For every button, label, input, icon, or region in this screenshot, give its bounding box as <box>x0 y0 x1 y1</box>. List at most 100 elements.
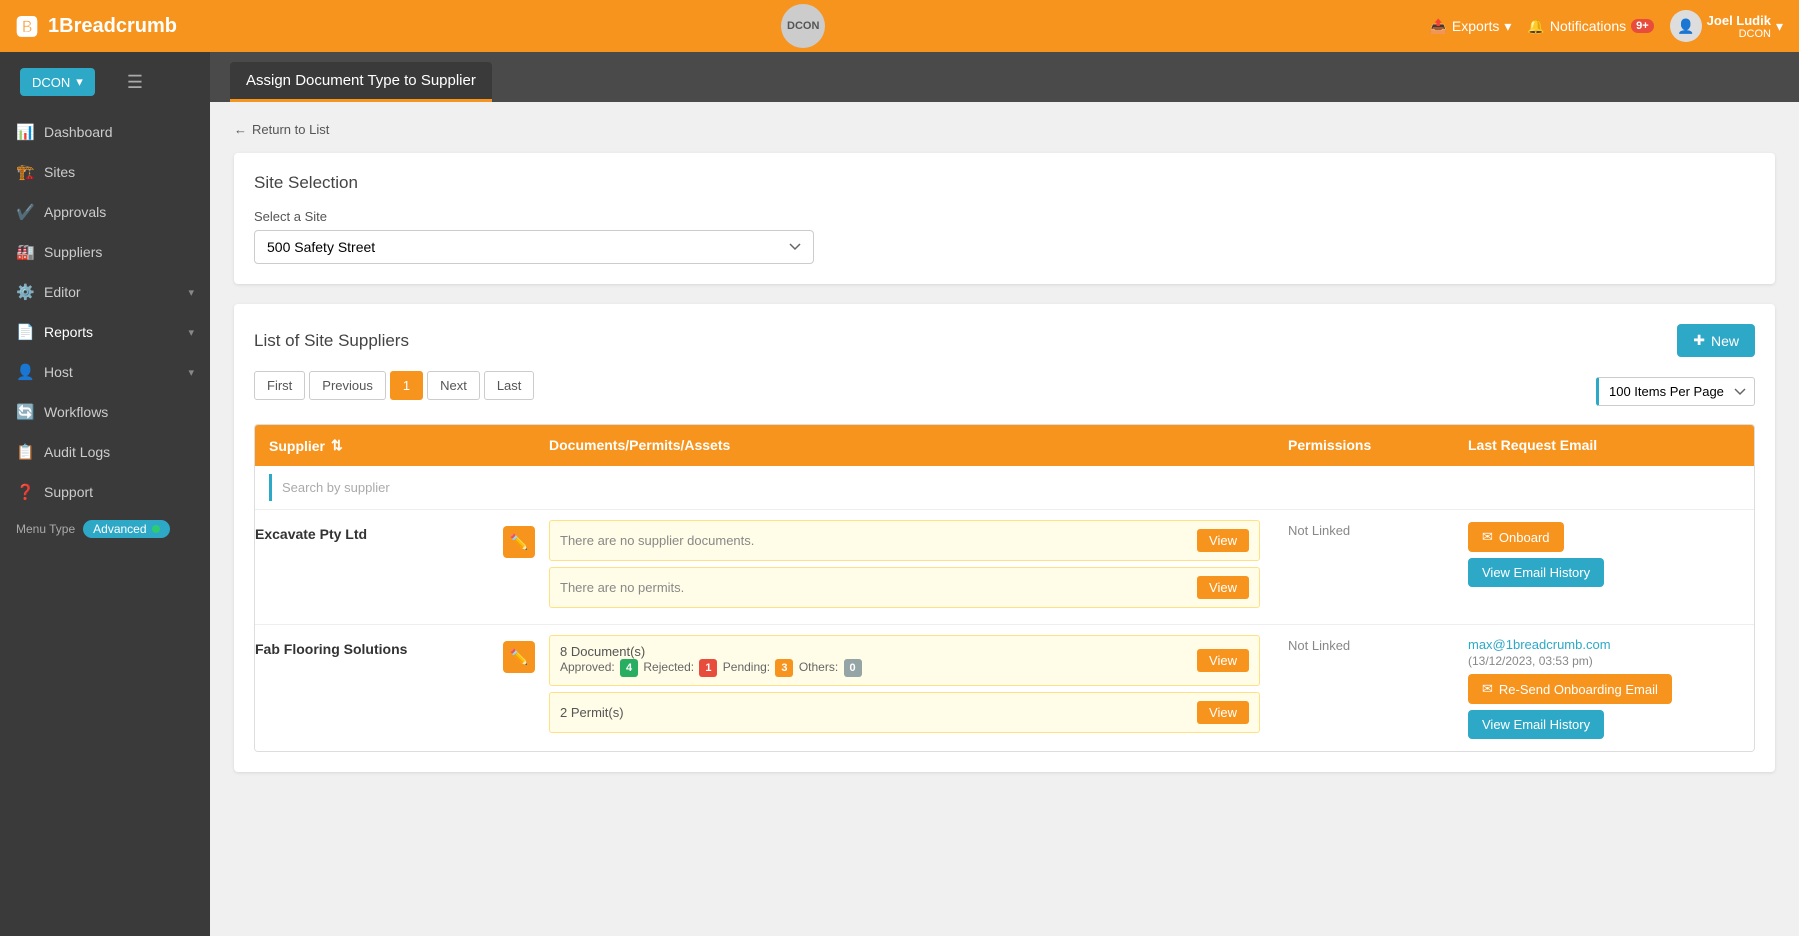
th-permissions: Permissions <box>1274 425 1454 466</box>
sidebar-item-host[interactable]: 👤 Host ▾ <box>0 352 210 392</box>
resend-button-2[interactable]: ✉ Re-Send Onboarding Email <box>1468 674 1672 704</box>
site-selection-card: Site Selection Select a Site 500 Safety … <box>234 153 1775 284</box>
sidebar-item-dashboard[interactable]: 📊 Dashboard <box>0 112 210 152</box>
user-menu[interactable]: 👤 Joel Ludik DCON ▾ <box>1670 10 1783 42</box>
supplier-name-2: Fab Flooring Solutions <box>255 641 407 657</box>
page-1-button[interactable]: 1 <box>390 371 423 400</box>
top-nav: 🅱 1Breadcrumb DCON 📤 Exports ▾ 🔔 Notific… <box>0 0 1799 52</box>
pagination: First Previous 1 Next Last <box>254 371 534 400</box>
sidebar-item-reports[interactable]: 📄 Reports ▾ <box>0 312 210 352</box>
view-docs-button-1[interactable]: View <box>1197 529 1249 552</box>
audit-logs-icon: 📋 <box>16 443 34 461</box>
others-badge: 0 <box>844 659 862 677</box>
host-arrow-icon: ▾ <box>188 366 194 379</box>
exports-button[interactable]: 📤 Exports ▾ <box>1429 18 1511 35</box>
edit-button-2[interactable]: ✏️ <box>503 641 535 673</box>
permissions-status-1: Not Linked <box>1288 523 1350 538</box>
view-email-history-button-1[interactable]: View Email History <box>1468 558 1604 587</box>
email-icon-2: ✉ <box>1482 681 1493 697</box>
th-documents: Documents/Permits/Assets <box>535 425 1274 466</box>
support-icon: ❓ <box>16 483 34 501</box>
user-name: Joel Ludik <box>1707 13 1771 28</box>
view-docs-button-2[interactable]: View <box>1197 649 1249 672</box>
doc-item-1: There are no supplier documents. View <box>549 520 1260 561</box>
sidebar-item-support[interactable]: ❓ Support <box>0 472 210 512</box>
page-content: ← Return to List Site Selection Select a… <box>210 102 1799 936</box>
th-supplier: Supplier ⇅ <box>255 425 535 466</box>
return-link[interactable]: ← Return to List <box>234 122 1775 137</box>
sidebar-item-editor[interactable]: ⚙️ Editor ▾ <box>0 272 210 312</box>
email-icon-1: ✉ <box>1482 529 1493 545</box>
next-page-button[interactable]: Next <box>427 371 480 400</box>
previous-page-button[interactable]: Previous <box>309 371 386 400</box>
sort-icon[interactable]: ⇅ <box>331 437 343 454</box>
user-chevron: ▾ <box>1776 18 1783 35</box>
notifications-button[interactable]: 🔔 Notifications 9+ <box>1527 18 1653 35</box>
site-selection-title: Site Selection <box>254 173 1755 193</box>
perms-cell-2: Not Linked <box>1274 625 1454 751</box>
approvals-icon: ✔️ <box>16 203 34 221</box>
supplier-list-card: List of Site Suppliers ✚ New First Previ… <box>234 304 1775 772</box>
perms-cell-1: Not Linked <box>1274 510 1454 624</box>
sub-nav: Assign Document Type to Supplier <box>210 52 1799 102</box>
logo-icon: 🅱 <box>16 10 38 42</box>
select-site-label: Select a Site <box>254 209 1755 224</box>
supplier-cell-2: Fab Flooring Solutions ✏️ <box>255 625 535 751</box>
approved-badge: 4 <box>620 659 638 677</box>
pending-badge: 3 <box>775 659 793 677</box>
view-permits-button-1[interactable]: View <box>1197 576 1249 599</box>
search-input[interactable] <box>269 474 549 501</box>
sidebar-item-workflows[interactable]: 🔄 Workflows <box>0 392 210 432</box>
user-info: Joel Ludik DCON <box>1707 13 1771 40</box>
sidebar-item-sites[interactable]: 🏗️ Sites <box>0 152 210 192</box>
org-button[interactable]: DCON ▾ <box>20 68 95 96</box>
exports-chevron: ▾ <box>1504 18 1511 35</box>
tab-assign-document[interactable]: Assign Document Type to Supplier <box>230 62 492 102</box>
dashboard-icon: 📊 <box>16 123 34 141</box>
view-email-history-button-2[interactable]: View Email History <box>1468 710 1604 739</box>
items-per-page-select[interactable]: 100 Items Per Page <box>1596 377 1755 406</box>
menu-type-badge: Advanced <box>83 520 169 538</box>
host-icon: 👤 <box>16 363 34 381</box>
permit-item-2: 2 Permit(s) View <box>549 692 1260 733</box>
content-area: Assign Document Type to Supplier ← Retur… <box>210 52 1799 936</box>
reports-arrow-icon: ▾ <box>188 326 194 339</box>
reports-icon: 📄 <box>16 323 34 341</box>
last-page-button[interactable]: Last <box>484 371 535 400</box>
editor-arrow-icon: ▾ <box>188 286 194 299</box>
items-per-page-wrap: 100 Items Per Page <box>1596 377 1755 406</box>
rejected-badge: 1 <box>699 659 717 677</box>
sidebar-item-suppliers[interactable]: 🏭 Suppliers <box>0 232 210 272</box>
sidebar-item-approvals[interactable]: ✔️ Approvals <box>0 192 210 232</box>
top-nav-right: 📤 Exports ▾ 🔔 Notifications 9+ 👤 Joel Lu… <box>1429 10 1783 42</box>
email-cell-2: max@1breadcrumb.com (13/12/2023, 03:53 p… <box>1454 625 1754 751</box>
sidebar-item-audit-logs[interactable]: 📋 Audit Logs <box>0 432 210 472</box>
edit-button-1[interactable]: ✏️ <box>503 526 535 558</box>
hamburger-icon[interactable]: ☰ <box>115 64 155 101</box>
user-org: DCON <box>1707 28 1771 40</box>
table-header: Supplier ⇅ Documents/Permits/Assets Perm… <box>255 425 1754 466</box>
plus-icon: ✚ <box>1693 332 1705 349</box>
editor-icon: ⚙️ <box>16 283 34 301</box>
onboard-button-1[interactable]: ✉ Onboard <box>1468 522 1564 552</box>
email-cell-1: ✉ Onboard View Email History <box>1454 510 1754 624</box>
main-wrapper: DCON ▾ ☰ 📊 Dashboard 🏗️ Sites ✔️ Approva… <box>0 52 1799 936</box>
search-row <box>255 466 1754 510</box>
table-row: Fab Flooring Solutions ✏️ 8 Document(s) … <box>255 625 1754 751</box>
view-permits-button-2[interactable]: View <box>1197 701 1249 724</box>
menu-type-row: Menu Type Advanced <box>0 512 210 546</box>
top-nav-center: DCON <box>781 4 825 48</box>
site-select[interactable]: 500 Safety Street <box>254 230 814 264</box>
email-link-2[interactable]: max@1breadcrumb.com <box>1468 637 1740 652</box>
arrow-left-icon: ← <box>234 122 247 137</box>
first-page-button[interactable]: First <box>254 371 305 400</box>
list-title: List of Site Suppliers <box>254 331 409 351</box>
org-dropdown-icon: ▾ <box>76 74 83 90</box>
docs-cell-2: 8 Document(s) Approved: 4 Rejected: 1 Pe… <box>535 625 1274 751</box>
supplier-table: Supplier ⇅ Documents/Permits/Assets Perm… <box>254 424 1755 752</box>
org-logo: DCON <box>781 4 825 48</box>
workflows-icon: 🔄 <box>16 403 34 421</box>
supplier-name-1: Excavate Pty Ltd <box>255 526 367 542</box>
notifications-badge: 9+ <box>1631 19 1654 33</box>
new-button[interactable]: ✚ New <box>1677 324 1755 357</box>
